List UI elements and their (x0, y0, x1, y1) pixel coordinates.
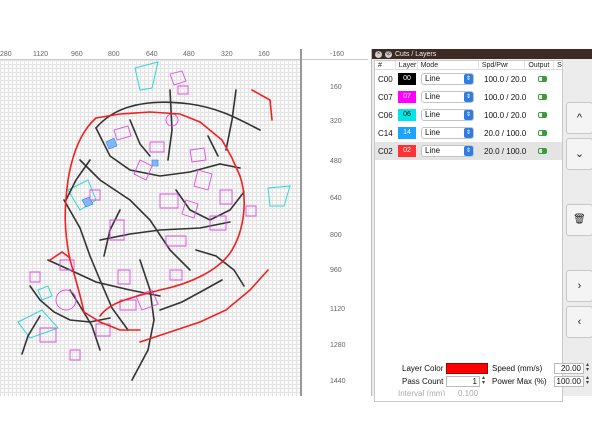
layer-swatch[interactable]: 06 (398, 109, 416, 121)
ruler-tick-label: 640 (330, 195, 342, 202)
speed-field[interactable]: 20.00 (554, 363, 584, 374)
ruler-tick-label: 1440 (330, 378, 346, 385)
power-max-stepper[interactable]: ▴ ▾ (584, 375, 591, 387)
select-arrow-icon: ⇕ (464, 74, 473, 84)
cut-number: C14 (378, 128, 393, 138)
previous-button[interactable]: ‹ (566, 306, 592, 338)
mode-value: Line (425, 92, 441, 101)
cut-number: C00 (378, 74, 393, 84)
mode-select[interactable]: Line ⇕ (421, 145, 474, 157)
mode-value: Line (425, 110, 441, 119)
map-drawing (17, 61, 291, 381)
table-row[interactable]: C06 06 Line ⇕ 100.0 / 20.0 (375, 106, 562, 124)
select-arrow-icon: ⇕ (464, 110, 473, 120)
design-canvas[interactable] (0, 60, 300, 396)
mode-select[interactable]: Line ⇕ (421, 109, 474, 121)
table-row[interactable]: C14 14 Line ⇕ 20.0 / 100.0 (375, 124, 562, 142)
header-mode: Mode (418, 61, 479, 69)
delete-button[interactable]: 🗑 (566, 204, 592, 236)
table-row[interactable]: C07 07 Line ⇕ 100.0 / 20.0 (375, 88, 562, 106)
speed-label: Speed (mm/s) (492, 364, 543, 373)
table-header: # Layer Mode Spd/Pwr Output S (375, 61, 562, 70)
cut-number: C07 (378, 92, 393, 102)
output-toggle[interactable] (538, 94, 547, 100)
cut-number: C02 (378, 146, 393, 156)
cuts-layers-panel: × ⊘ Cuts / Layers # Layer Mode Spd/Pwr O… (371, 49, 592, 402)
power-max-field[interactable]: 100.00 (554, 376, 584, 387)
layer-color-swatch[interactable] (446, 363, 488, 374)
interval-label: Interval (mm) (398, 389, 446, 396)
next-button[interactable]: › (566, 270, 592, 302)
panel-titlebar: × ⊘ Cuts / Layers (372, 49, 592, 59)
ruler-tick-label: 640 (146, 51, 158, 58)
mode-value: Line (425, 128, 441, 137)
header-num: # (375, 61, 396, 69)
mode-value: Line (425, 146, 441, 155)
layer-swatch[interactable]: 14 (398, 127, 416, 139)
ruler-tick-label: 320 (330, 118, 342, 125)
header-output: Output (525, 61, 555, 69)
ruler-tick-label: 480 (330, 158, 342, 165)
table-row[interactable]: C00 00 Line ⇕ 100.0 / 20.0 (375, 70, 562, 88)
layer-swatch[interactable]: 02 (398, 145, 416, 157)
ruler-tick-label: 800 (108, 51, 120, 58)
layer-properties: Layer Color Speed (mm/s) 20.00 ▴ ▾ Pass C… (374, 361, 591, 396)
layer-color-label: Layer Color (402, 364, 444, 373)
mode-select[interactable]: Line ⇕ (421, 73, 474, 85)
pass-count-label: Pass Count (402, 377, 444, 386)
side-ruler: 160 320 480 640 800 960 1120 1280 1440 (302, 60, 368, 396)
cut-number: C06 (378, 110, 393, 120)
ruler-tick-label: 1120 (33, 51, 49, 58)
output-toggle[interactable] (538, 148, 547, 154)
speed-power: 100.0 / 20.0 (484, 92, 527, 102)
ruler-tick-label: 1280 (330, 342, 346, 349)
output-toggle[interactable] (538, 112, 547, 118)
layer-swatch[interactable]: 00 (398, 73, 416, 85)
layers-table: # Layer Mode Spd/Pwr Output S C00 00 Line ⇕… (374, 60, 563, 402)
speed-power: 100.0 / 20.0 (484, 74, 527, 84)
speed-stepper[interactable]: ▴ ▾ (584, 362, 591, 374)
ruler-tick-label: 160 (258, 51, 270, 58)
ruler-tick-label: 280 (0, 51, 12, 58)
ruler-tick-label: 1120 (330, 306, 346, 313)
layer-rows: C00 00 Line ⇕ 100.0 / 20.0 C07 07 Line ⇕ 100.0 / … (375, 70, 562, 160)
mode-select[interactable]: Line ⇕ (421, 127, 474, 139)
header-layer: Layer (396, 61, 418, 69)
float-icon[interactable]: ⊘ (385, 50, 392, 58)
select-arrow-icon: ⇕ (464, 92, 473, 102)
power-max-label: Power Max (%) (492, 377, 547, 386)
header-spd-pwr: Spd/Pwr (479, 61, 526, 69)
select-arrow-icon: ⇕ (464, 146, 473, 156)
output-toggle[interactable] (538, 76, 547, 82)
panel-title: Cuts / Layers (395, 50, 437, 58)
ruler-tick-label: 960 (71, 51, 83, 58)
close-icon[interactable]: × (375, 50, 382, 58)
output-toggle[interactable] (538, 130, 547, 136)
ruler-tick-label: -160 (330, 51, 345, 58)
ruler-tick-label: 160 (330, 84, 342, 91)
ruler-tick-label: 480 (183, 51, 195, 58)
ruler-tick-label: 320 (221, 51, 233, 58)
header-show: S (557, 62, 562, 69)
layer-swatch[interactable]: 07 (398, 91, 416, 103)
speed-power: 100.0 / 20.0 (484, 110, 527, 120)
move-up-button[interactable]: ^ (566, 102, 592, 134)
speed-power: 20.0 / 100.0 (484, 128, 527, 138)
top-ruler: 280 1120 960 800 640 480 320 160 -160 (0, 49, 368, 60)
table-row[interactable]: C02 02 Line ⇕ 20.0 / 100.0 (375, 142, 562, 160)
select-arrow-icon: ⇕ (464, 128, 473, 138)
side-buttons: ^ ⌄ 🗑 › ‹ (566, 60, 592, 390)
move-down-button[interactable]: ⌄ (566, 138, 592, 170)
ruler-tick-label: 960 (330, 267, 342, 274)
pass-count-field[interactable]: 1 (446, 376, 480, 387)
interval-field[interactable]: 0.100 (458, 389, 478, 396)
mode-select[interactable]: Line ⇕ (421, 91, 474, 103)
pass-count-stepper[interactable]: ▴ ▾ (480, 375, 487, 387)
ruler-tick-label: 800 (330, 232, 342, 239)
speed-power: 20.0 / 100.0 (484, 146, 527, 156)
mode-value: Line (425, 74, 441, 83)
